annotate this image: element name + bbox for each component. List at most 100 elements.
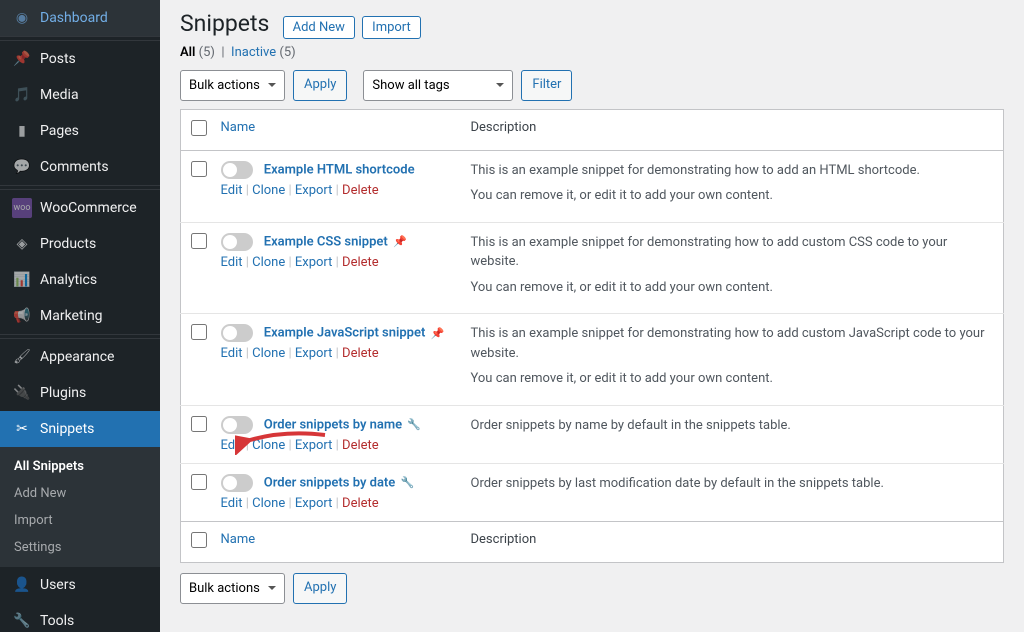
product-icon: ◈ [12, 234, 32, 254]
snippet-description: You can remove it, or edit it to add you… [471, 369, 994, 389]
apply-button-bottom[interactable]: Apply [293, 573, 347, 604]
select-all-checkbox-bottom[interactable] [191, 532, 207, 548]
snippet-title-link[interactable]: Example JavaScript snippet [264, 326, 426, 341]
row-checkbox[interactable] [191, 474, 207, 490]
snippet-title-link[interactable]: Example HTML shortcode [264, 162, 415, 177]
table-row: Order snippets by name 🔧 Edit | Clone | … [181, 405, 1004, 463]
export-link[interactable]: Export [295, 183, 333, 198]
snippet-description: You can remove it, or edit it to add you… [471, 278, 994, 298]
snippet-title-link[interactable]: Order snippets by date [264, 475, 396, 490]
menu-label: Plugins [40, 385, 86, 401]
clone-link[interactable]: Clone [252, 346, 285, 361]
export-link[interactable]: Export [295, 438, 333, 453]
menu-label: Users [40, 577, 76, 593]
filter-all[interactable]: All [180, 45, 195, 60]
table-row: Example JavaScript snippet 📌 Edit | Clon… [181, 314, 1004, 406]
tablenav-top: Bulk actions Apply Show all tags Filter [180, 70, 1004, 101]
delete-link[interactable]: Delete [342, 183, 379, 198]
activate-toggle[interactable] [221, 474, 253, 492]
delete-link[interactable]: Delete [342, 496, 379, 511]
tags-select[interactable]: Show all tags [363, 70, 513, 101]
menu-label: Snippets [40, 421, 94, 437]
snippets-table: Name Description Example HTML shortcode … [180, 109, 1004, 563]
page-title: Snippets [180, 10, 269, 37]
submenu-all-snippets[interactable]: All Snippets [0, 453, 160, 480]
menu-label: Appearance [40, 349, 114, 365]
filter-button[interactable]: Filter [521, 70, 572, 101]
menu-label: Marketing [40, 308, 103, 324]
col-name-footer[interactable]: Name [211, 521, 461, 562]
activate-toggle[interactable] [221, 233, 253, 251]
snippet-description: This is an example snippet for demonstra… [471, 161, 994, 181]
apply-button[interactable]: Apply [293, 70, 347, 101]
wrench-icon: 🔧 [407, 418, 421, 431]
menu-comments[interactable]: 💬Comments [0, 149, 160, 185]
menu-media[interactable]: 🎵 Media [0, 77, 160, 113]
row-checkbox[interactable] [191, 161, 207, 177]
table-row: Example CSS snippet 📌 Edit | Clone | Exp… [181, 222, 1004, 314]
clone-link[interactable]: Clone [252, 438, 285, 453]
edit-link[interactable]: Edit [221, 255, 243, 270]
menu-tools[interactable]: 🔧Tools [0, 603, 160, 632]
row-checkbox[interactable] [191, 416, 207, 432]
menu-pages[interactable]: ▮Pages [0, 113, 160, 149]
delete-link[interactable]: Delete [342, 346, 379, 361]
menu-snippets[interactable]: ✂Snippets [0, 411, 160, 447]
admin-sidebar: ◉Dashboard 📌Posts 🎵 Media ▮Pages 💬Comment… [0, 0, 160, 632]
menu-marketing[interactable]: 📢Marketing [0, 298, 160, 334]
clone-link[interactable]: Clone [252, 255, 285, 270]
menu-dashboard[interactable]: ◉Dashboard [0, 0, 160, 36]
clone-link[interactable]: Clone [252, 496, 285, 511]
filter-inactive[interactable]: Inactive [231, 45, 276, 60]
plugin-icon: 🔌 [12, 383, 32, 403]
submenu-add-new[interactable]: Add New [0, 480, 160, 507]
menu-label: WooCommerce [40, 200, 137, 216]
menu-label: Media [40, 87, 79, 103]
export-link[interactable]: Export [295, 255, 333, 270]
clone-link[interactable]: Clone [252, 183, 285, 198]
delete-link[interactable]: Delete [342, 438, 379, 453]
activate-toggle[interactable] [221, 161, 253, 179]
pin-icon: 📌 [431, 327, 445, 340]
table-row: Order snippets by date 🔧 Edit | Clone | … [181, 463, 1004, 521]
menu-woocommerce[interactable]: wooWooCommerce [0, 190, 160, 226]
snippet-title-link[interactable]: Order snippets by name [264, 417, 402, 432]
menu-label: Products [40, 236, 96, 252]
wrench-icon: 🔧 [12, 611, 32, 631]
submenu-settings[interactable]: Settings [0, 534, 160, 561]
menu-products[interactable]: ◈ Products [0, 226, 160, 262]
page-icon: ▮ [12, 121, 32, 141]
menu-posts[interactable]: 📌Posts [0, 41, 160, 77]
menu-plugins[interactable]: 🔌 Plugins [0, 375, 160, 411]
add-new-button[interactable]: Add New [283, 16, 355, 39]
activate-toggle[interactable] [221, 324, 253, 342]
export-link[interactable]: Export [295, 496, 333, 511]
tablenav-bottom: Bulk actions Apply [180, 573, 1004, 604]
row-checkbox[interactable] [191, 233, 207, 249]
activate-toggle[interactable] [221, 416, 253, 434]
import-button[interactable]: Import [362, 16, 421, 39]
bulk-actions-select[interactable]: Bulk actions [180, 70, 285, 101]
snippet-title-link[interactable]: Example CSS snippet [264, 234, 388, 249]
menu-analytics[interactable]: 📊Analytics [0, 262, 160, 298]
status-filters: All (5) | Inactive (5) [180, 45, 1004, 60]
edit-link[interactable]: Edit [221, 346, 243, 361]
bulk-actions-select-bottom[interactable]: Bulk actions [180, 573, 285, 604]
pin-icon: 📌 [393, 235, 407, 248]
submenu-import[interactable]: Import [0, 507, 160, 534]
snippet-description: You can remove it, or edit it to add you… [471, 186, 994, 206]
menu-users[interactable]: 👤 Users [0, 567, 160, 603]
dashboard-icon: ◉ [12, 8, 32, 28]
edit-link[interactable]: Edit [221, 183, 243, 198]
export-link[interactable]: Export [295, 346, 333, 361]
select-all-checkbox[interactable] [191, 120, 207, 136]
snippet-description: This is an example snippet for demonstra… [471, 324, 994, 363]
delete-link[interactable]: Delete [342, 255, 379, 270]
edit-link[interactable]: Edit [221, 438, 243, 453]
edit-link[interactable]: Edit [221, 496, 243, 511]
menu-appearance[interactable]: 🖌Appearance [0, 339, 160, 375]
media-icon: 🎵 [12, 85, 32, 105]
users-icon: 👤 [12, 575, 32, 595]
row-checkbox[interactable] [191, 324, 207, 340]
col-name[interactable]: Name [211, 109, 461, 150]
